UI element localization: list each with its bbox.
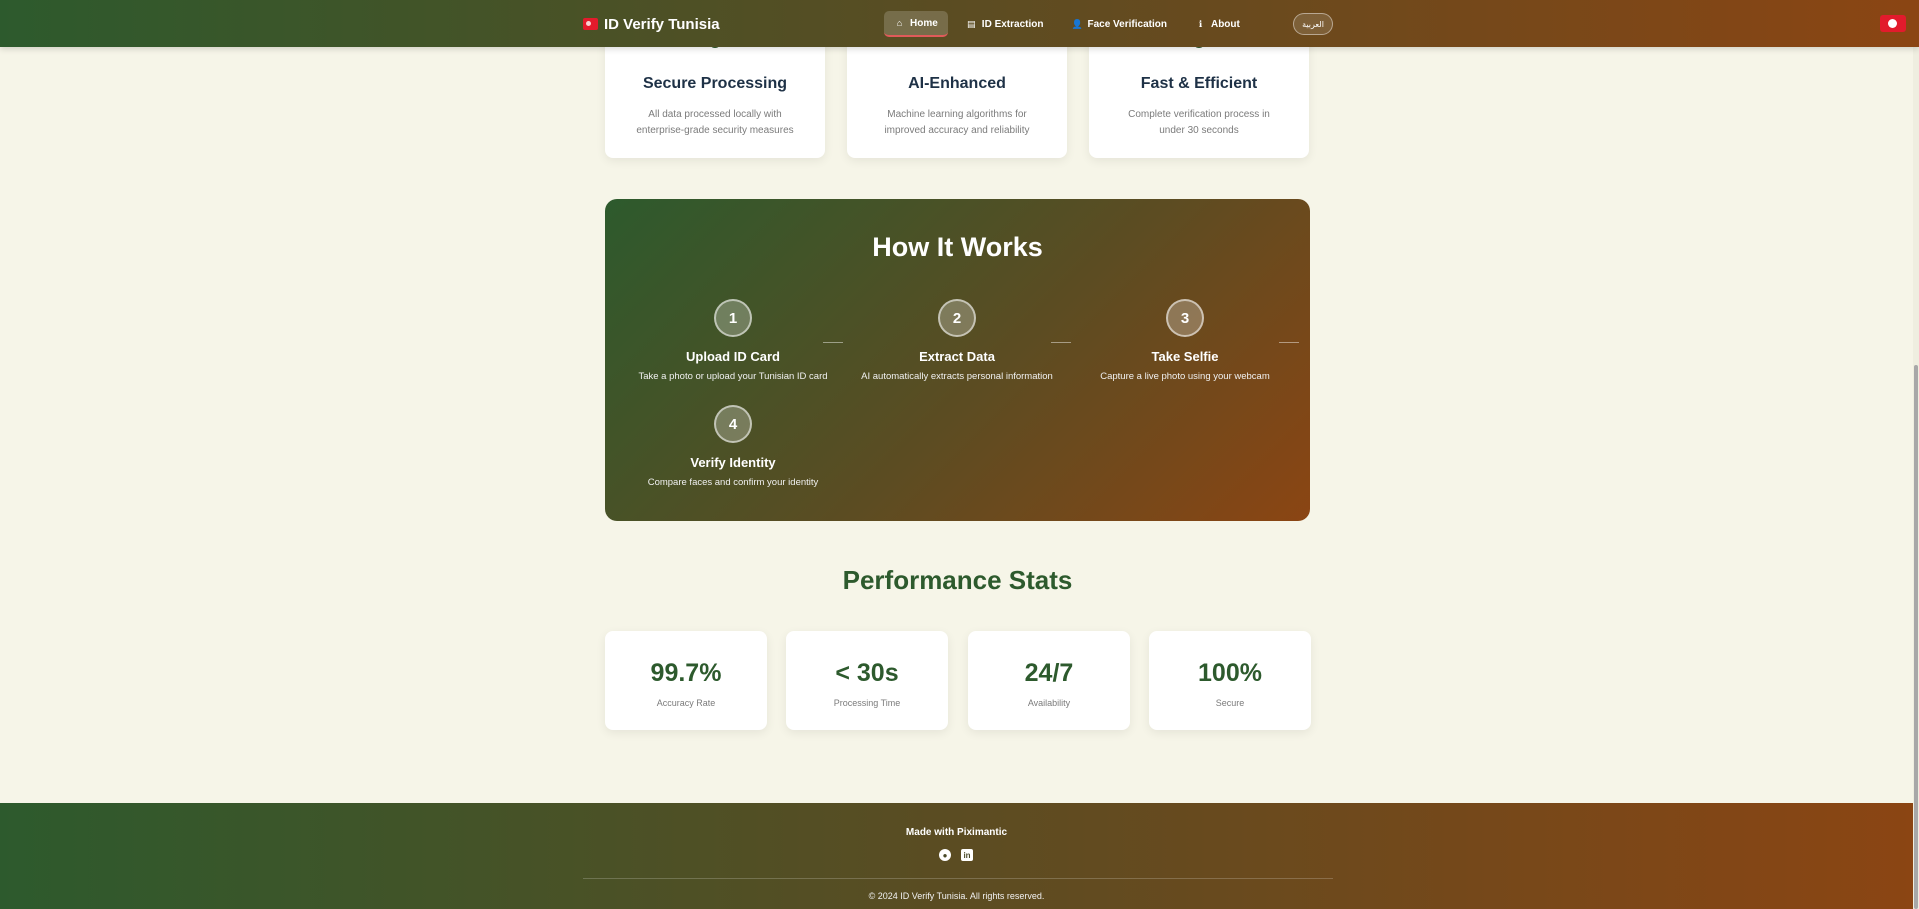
stat-value: 24/7 [1024,659,1074,687]
footer: Made with Piximantic ● in © 2024 ID Veri… [0,803,1913,909]
step-connector [1051,342,1071,343]
step-title: Upload ID Card [686,349,780,364]
home-icon: ⌂ [896,18,903,28]
nav-about[interactable]: ℹ About [1185,11,1250,37]
step-number: 4 [714,405,752,443]
step-title: Verify Identity [690,455,776,470]
feature-card-fast: Fast & Efficient Complete verification p… [1089,30,1309,158]
brand-title: ID Verify Tunisia [604,15,720,33]
id-card-icon: ▤ [967,18,976,29]
stat-card-availability: 24/7 Availability [968,631,1130,730]
step-title: Extract Data [919,349,995,364]
how-it-works-section: How It Works 1 Upload ID Card Take a pho… [605,199,1310,521]
footer-social-links: ● in [939,849,973,861]
step-upload-id: 1 Upload ID Card Take a photo or upload … [623,299,843,382]
step-description: Capture a live photo using your webcam [1100,371,1270,382]
tunisia-flag-icon [1880,15,1906,32]
step-connector [823,342,843,343]
footer-made-with: Made with Piximantic [905,827,1008,838]
nav-label: Home [910,17,938,29]
feature-description: Complete verification process in under 3… [1128,109,1270,136]
footer-divider [583,878,1333,879]
feature-card-secure: Secure Processing All data processed loc… [605,30,825,158]
step-connector [1279,342,1299,343]
step-extract-data: 2 Extract Data AI automatically extracts… [847,299,1067,382]
brand-link[interactable]: ID Verify Tunisia [583,13,720,35]
stat-label: Secure [1215,698,1245,708]
step-verify-identity: 4 Verify Identity Compare faces and conf… [623,405,843,488]
footer-copyright: © 2024 ID Verify Tunisia. All rights res… [868,891,1045,901]
performance-title: Performance Stats [842,565,1073,595]
info-icon: ℹ [1198,18,1203,29]
step-take-selfie: 3 Take Selfie Capture a live photo using… [1075,299,1295,382]
feature-title: AI-Enhanced [908,75,1006,92]
language-toggle-button[interactable]: العربية [1293,13,1333,35]
user-check-icon: 👤 [1071,18,1083,29]
step-title: Take Selfie [1151,349,1219,364]
nav-label: Face Verification [1087,18,1167,30]
step-description: Take a photo or upload your Tunisian ID … [638,371,828,382]
stat-card-processing-time: < 30s Processing Time [786,631,948,730]
github-icon[interactable]: ● [939,849,951,861]
stat-value: 99.7% [650,659,722,687]
stat-label: Accuracy Rate [656,698,716,708]
linkedin-icon[interactable]: in [961,849,973,861]
step-description: Compare faces and confirm your identity [647,477,819,488]
step-number: 1 [714,299,752,337]
stat-label: Availability [1027,698,1071,708]
step-number: 3 [1166,299,1204,337]
nav-links: ⌂ Home ▤ ID Extraction 👤 Face Verificati… [884,11,1250,37]
nav-id-extraction[interactable]: ▤ ID Extraction [956,11,1054,37]
id-card-icon [583,18,598,30]
stat-label: Processing Time [833,698,901,708]
section-title: How It Works [872,232,1043,262]
stat-value: < 30s [835,659,899,687]
feature-title: Fast & Efficient [1140,75,1258,92]
feature-description: All data processed locally with enterpri… [636,109,794,136]
scrollbar-thumb[interactable] [1914,365,1918,909]
stat-card-accuracy: 99.7% Accuracy Rate [605,631,767,730]
page: Secure Processing All data processed loc… [0,0,1919,909]
feature-description: Machine learning algorithms for improved… [884,109,1030,136]
feature-card-ai: AI-Enhanced Machine learning algorithms … [847,30,1067,158]
stat-value: 100% [1198,659,1262,687]
nav-home[interactable]: ⌂ Home [884,11,948,37]
step-number: 2 [938,299,976,337]
nav-label: ID Extraction [981,18,1044,30]
navbar: ID Verify Tunisia ⌂ Home ▤ ID Extraction… [0,0,1919,47]
step-description: AI automatically extracts personal infor… [861,371,1053,382]
stat-card-secure: 100% Secure [1149,631,1311,730]
feature-title: Secure Processing [642,75,788,92]
nav-label: About [1210,18,1240,30]
nav-face-verification[interactable]: 👤 Face Verification [1061,11,1176,37]
